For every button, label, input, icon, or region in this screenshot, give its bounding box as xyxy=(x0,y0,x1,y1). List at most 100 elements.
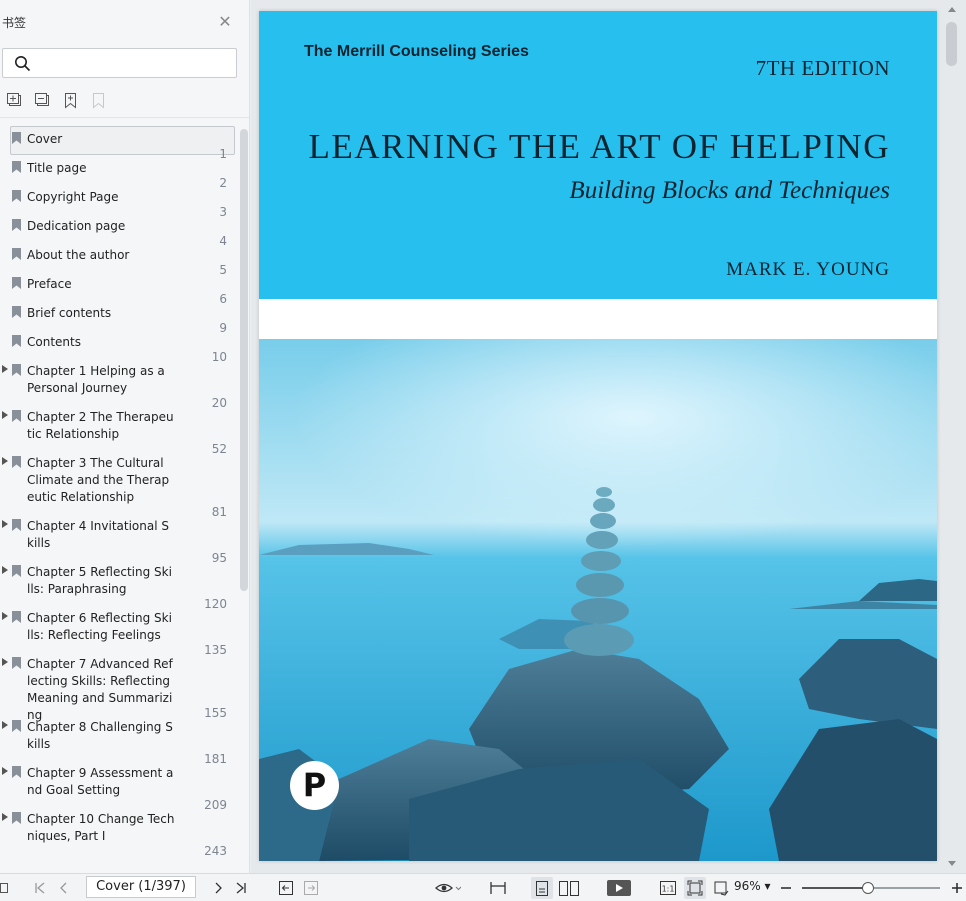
search-input[interactable] xyxy=(37,53,232,73)
zoom-level[interactable]: 96% ▾ xyxy=(734,879,771,893)
author-name: MARK E. YOUNG xyxy=(726,259,890,280)
bookmark-item[interactable]: Chapter 1 Helping as a Personal Journey 2… xyxy=(0,356,238,410)
single-page-icon[interactable] xyxy=(531,877,553,899)
back-view-icon[interactable] xyxy=(278,879,294,897)
bookmark-icon xyxy=(12,657,21,669)
bookmark-item[interactable]: Chapter 10 Change Techniques, Part I 243 xyxy=(0,804,238,858)
bookmark-item[interactable]: Chapter 9 Assessment and Goal Setting 209 xyxy=(0,758,238,812)
bookmark-icon xyxy=(12,248,21,260)
expand-arrow-icon[interactable] xyxy=(2,411,8,419)
add-bookmark-icon[interactable] xyxy=(62,92,81,110)
collapse-all-icon[interactable] xyxy=(34,92,53,110)
bookmark-list: Cover 1 Title page 2 Copyright Page 3 Dedicati… xyxy=(0,124,238,869)
expand-arrow-icon[interactable] xyxy=(2,612,8,620)
remove-bookmark-icon[interactable] xyxy=(90,92,109,110)
bookmark-label: Chapter 8 Challenging Skills xyxy=(27,720,173,751)
two-page-icon[interactable] xyxy=(558,879,580,897)
bookmark-item[interactable]: Contents 10 xyxy=(0,327,238,364)
bookmark-item[interactable]: Chapter 8 Challenging Skills 181 xyxy=(0,712,238,766)
play-slideshow-icon[interactable] xyxy=(606,879,632,897)
publisher-logo: P xyxy=(290,761,339,810)
bookmark-icon xyxy=(12,306,21,318)
bookmark-label: Chapter 4 Invitational Skills xyxy=(27,519,169,550)
bookmark-label: Chapter 10 Change Techniques, Part I xyxy=(27,812,175,843)
torn-paper-band xyxy=(259,299,937,343)
bookmark-icon xyxy=(12,456,21,468)
bookmark-icon xyxy=(12,132,21,144)
bookmark-item[interactable]: Chapter 7 Advanced Reflecting Skills: Re… xyxy=(0,649,238,722)
bookmark-icon xyxy=(12,565,21,577)
bookmark-icon xyxy=(12,335,21,347)
bookmark-item[interactable]: Chapter 6 Reflecting Skills: Reflecting … xyxy=(0,603,238,657)
book-title: LEARNING THE ART OF HELPING xyxy=(308,127,890,166)
status-bar: Cover (1/397) 1:1 96% ▾ xyxy=(0,873,966,901)
first-page-icon[interactable] xyxy=(33,879,47,897)
actual-size-icon[interactable]: 1:1 xyxy=(659,879,677,897)
scroll-up-icon[interactable] xyxy=(948,6,956,12)
eye-protection-icon[interactable] xyxy=(434,879,462,897)
bookmark-item[interactable]: Cover 1 xyxy=(0,124,238,161)
bookmark-item[interactable]: Preface 6 xyxy=(0,269,238,306)
sidebar-toggle-icon[interactable] xyxy=(0,879,8,897)
fit-width-icon[interactable] xyxy=(488,879,508,897)
bookmark-icon xyxy=(12,812,21,824)
pdf-page: The Merrill Counseling Series 7TH EDITIO… xyxy=(259,11,937,861)
next-page-icon[interactable] xyxy=(211,879,225,897)
search-icon xyxy=(15,56,31,72)
expand-all-icon[interactable] xyxy=(6,92,25,110)
bookmark-item[interactable]: About the author 5 xyxy=(0,240,238,277)
bookmark-page-number: 243 xyxy=(204,844,227,858)
forward-view-icon[interactable] xyxy=(303,879,319,897)
bookmark-label: Chapter 2 The Therapeutic Relationship xyxy=(27,410,174,441)
bookmark-item[interactable]: Chapter 3 The Cultural Climate and the T… xyxy=(0,448,238,519)
expand-arrow-icon[interactable] xyxy=(2,365,8,373)
fit-page-icon[interactable] xyxy=(684,877,706,899)
series-name: The Merrill Counseling Series xyxy=(304,43,529,60)
expand-arrow-icon[interactable] xyxy=(2,457,8,465)
sidebar-scrollbar[interactable] xyxy=(240,129,248,591)
expand-arrow-icon[interactable] xyxy=(2,721,8,729)
cover-photo xyxy=(259,339,937,861)
scroll-down-icon[interactable] xyxy=(948,861,956,867)
bookmark-label: About the author xyxy=(27,248,130,262)
edition-label: 7TH EDITION xyxy=(755,56,890,80)
bookmark-label: Contents xyxy=(27,335,81,349)
page-number-field[interactable]: Cover (1/397) xyxy=(86,876,196,898)
close-icon[interactable]: ✕ xyxy=(217,14,233,30)
bookmark-icon xyxy=(12,720,21,732)
bookmark-item[interactable]: Title page 2 xyxy=(0,153,238,190)
bookmark-icon xyxy=(12,766,21,778)
bookmark-icon xyxy=(12,190,21,202)
bookmark-item[interactable]: Brief contents 9 xyxy=(0,298,238,335)
bookmark-icon xyxy=(12,611,21,623)
bookmark-label: Cover xyxy=(27,132,63,146)
bookmark-icon xyxy=(12,219,21,231)
bookmark-item[interactable]: Chapter 4 Invitational Skills 95 xyxy=(0,511,238,565)
bookmark-label: Title page xyxy=(27,161,87,175)
previous-page-icon[interactable] xyxy=(57,879,71,897)
search-box[interactable] xyxy=(2,48,237,78)
zoom-out-icon[interactable] xyxy=(780,879,792,897)
bookmark-icon xyxy=(12,161,21,173)
bookmark-label: Chapter 1 Helping as a Personal Journey xyxy=(27,364,165,395)
page-scrollbar[interactable] xyxy=(946,22,957,66)
bookmark-item[interactable]: Dedication page 4 xyxy=(0,211,238,248)
bookmark-item[interactable]: Chapter 2 The Therapeutic Relationship 52 xyxy=(0,402,238,456)
zoom-select-icon[interactable] xyxy=(712,879,730,897)
zoom-in-icon[interactable] xyxy=(950,879,964,897)
last-page-icon[interactable] xyxy=(234,879,248,897)
bookmark-item[interactable]: Chapter 5 Reflecting Skills: Paraphrasin… xyxy=(0,557,238,611)
expand-arrow-icon[interactable] xyxy=(2,767,8,775)
expand-arrow-icon[interactable] xyxy=(2,520,8,528)
expand-arrow-icon[interactable] xyxy=(2,658,8,666)
bookmark-icon xyxy=(12,410,21,422)
bookmark-panel: 书签 ✕ Cover 1 Title page 2 Copyright Page 3 Ded… xyxy=(0,0,250,873)
svg-text:1:1: 1:1 xyxy=(662,885,675,894)
book-subtitle: Building Blocks and Techniques xyxy=(569,177,890,204)
expand-arrow-icon[interactable] xyxy=(2,813,8,821)
zoom-slider-handle[interactable] xyxy=(862,882,875,894)
bookmark-item[interactable]: Copyright Page 3 xyxy=(0,182,238,219)
bookmark-toolbar xyxy=(6,92,109,110)
divider xyxy=(0,117,249,118)
expand-arrow-icon[interactable] xyxy=(2,566,8,574)
